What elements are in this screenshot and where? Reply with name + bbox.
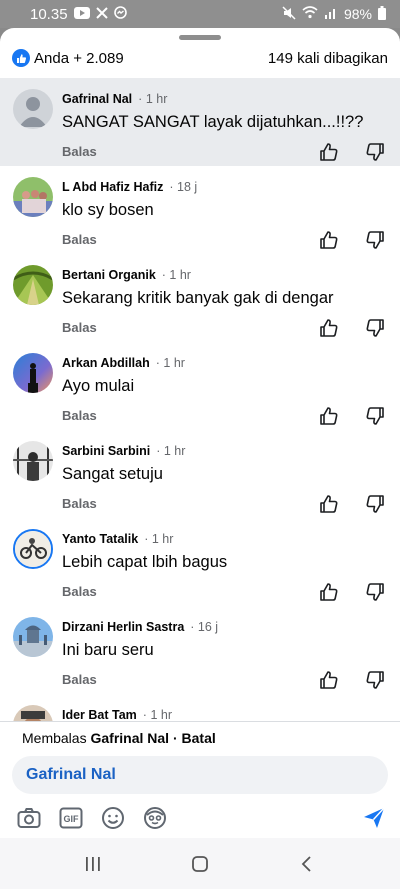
- reply-button[interactable]: Balas: [62, 584, 97, 599]
- avatar[interactable]: [13, 705, 53, 721]
- avatar[interactable]: [13, 617, 53, 657]
- mention-tag: Gafrinal Nal: [26, 766, 116, 783]
- comment-author[interactable]: Sarbini Sarbini: [62, 444, 150, 458]
- x-icon: [95, 6, 108, 22]
- comment-time: · 1 hr: [156, 444, 186, 458]
- comment-text: Ayo mulai: [62, 377, 135, 395]
- comment-time: · 1 hr: [144, 532, 174, 546]
- thumbs-down-icon[interactable]: [365, 406, 385, 426]
- comment-author[interactable]: Dirzani Herlin Sastra: [62, 620, 184, 634]
- comment-item: Sarbini Sarbini · 1 hr Sangat setuju Bal…: [0, 430, 400, 518]
- avatar[interactable]: [13, 529, 53, 569]
- youtube-icon: [73, 6, 90, 22]
- avatar[interactable]: [13, 441, 53, 481]
- thumbs-down-icon[interactable]: [365, 670, 385, 690]
- thumbs-down-icon[interactable]: [365, 230, 385, 250]
- camera-icon[interactable]: [16, 805, 42, 831]
- thumbs-up-icon[interactable]: [319, 494, 339, 514]
- home-icon[interactable]: [180, 849, 220, 879]
- avatar[interactable]: [13, 177, 53, 217]
- comment-item: Bertani Organik · 1 hr Sekarang kritik b…: [0, 254, 400, 342]
- avatar[interactable]: [13, 89, 53, 129]
- back-icon[interactable]: [287, 849, 327, 879]
- thumbs-up-icon[interactable]: [319, 582, 339, 602]
- comment-text: Lebih capat lbih bagus: [62, 553, 228, 571]
- comment-author[interactable]: Yanto Tatalik: [62, 532, 138, 546]
- gif-icon[interactable]: GIF: [58, 805, 84, 831]
- reactions-row: Anda + 2.089 149 kali dibagikan: [0, 40, 400, 76]
- battery-icon: [378, 5, 386, 23]
- comment-author[interactable]: Ider Bat Tam: [62, 708, 137, 721]
- messenger-icon: [113, 6, 127, 22]
- reactions-summary[interactable]: Anda + 2.089: [34, 50, 124, 67]
- thumbs-up-icon[interactable]: [319, 318, 339, 338]
- comment-item: Yanto Tatalik · 1 hr Lebih capat lbih ba…: [0, 518, 400, 606]
- thumbs-up-icon[interactable]: [319, 406, 339, 426]
- comment-time: · 1 hr: [142, 708, 172, 721]
- replying-prefix: Membalas: [22, 730, 87, 746]
- comment-item: Arkan Abdillah · 1 hr Ayo mulai Balas: [0, 342, 400, 430]
- comment-text: Ini baru seru: [62, 641, 154, 659]
- gif-label: GIF: [64, 814, 80, 824]
- cancel-reply-button[interactable]: Batal: [182, 730, 216, 746]
- battery-percent: 98%: [343, 6, 372, 22]
- wifi-icon: [302, 6, 318, 22]
- reply-button[interactable]: Balas: [62, 320, 97, 335]
- reply-button[interactable]: Balas: [62, 408, 97, 423]
- comments-list[interactable]: Gafrinal Nal · 1 hr SANGAT SANGAT layak …: [0, 78, 400, 721]
- thumbs-down-icon[interactable]: [365, 142, 385, 162]
- comment-text: Sangat setuju: [62, 465, 163, 483]
- system-nav-bar: [0, 838, 400, 889]
- signal-icon: [324, 6, 338, 22]
- comment-item: L Abd Hafiz Hafiz · 18 j klo sy bosen Ba…: [0, 166, 400, 254]
- thumbs-down-icon[interactable]: [365, 318, 385, 338]
- comment-author[interactable]: Bertani Organik: [62, 268, 156, 282]
- recents-icon[interactable]: [73, 849, 113, 879]
- comment-time: · 16 j: [190, 620, 219, 634]
- reply-button[interactable]: Balas: [62, 672, 97, 687]
- replying-target: Gafrinal Nal: [90, 730, 170, 746]
- comment-text: klo sy bosen: [62, 201, 154, 219]
- comment-time: · 18 j: [169, 180, 198, 194]
- thumbs-down-icon[interactable]: [365, 494, 385, 514]
- comment-author[interactable]: Gafrinal Nal: [62, 92, 132, 106]
- comment-time: · 1 hr: [138, 92, 168, 106]
- comment-item: Gafrinal Nal · 1 hr SANGAT SANGAT layak …: [0, 78, 400, 166]
- send-icon[interactable]: [362, 806, 386, 830]
- composer-toolbar: GIF: [0, 794, 400, 838]
- comment-item: Dirzani Herlin Sastra · 16 j Ini baru se…: [0, 606, 400, 694]
- thumbs-down-icon[interactable]: [365, 582, 385, 602]
- reply-button[interactable]: Balas: [62, 232, 97, 247]
- like-icon: [12, 49, 30, 67]
- thumbs-up-icon[interactable]: [319, 670, 339, 690]
- comment-time: · 1 hr: [155, 356, 185, 370]
- mute-icon: [282, 5, 296, 23]
- thumbs-up-icon[interactable]: [319, 142, 339, 162]
- status-time: 10.35: [30, 5, 68, 23]
- reply-button[interactable]: Balas: [62, 496, 97, 511]
- comment-author[interactable]: Arkan Abdillah: [62, 356, 150, 370]
- comment-item: Ider Bat Tam · 1 hr: [0, 694, 400, 721]
- status-bar: 10.35 98%: [0, 0, 400, 28]
- emoji-icon[interactable]: [100, 805, 126, 831]
- shares-count[interactable]: 149 kali dibagikan: [268, 50, 388, 67]
- avatar[interactable]: [13, 265, 53, 305]
- replying-to-line: Membalas Gafrinal Nal · Batal: [0, 722, 400, 748]
- avatar[interactable]: [13, 353, 53, 393]
- thumbs-up-icon[interactable]: [319, 230, 339, 250]
- avatar-sticker-icon[interactable]: [142, 805, 168, 831]
- reply-button[interactable]: Balas: [62, 144, 97, 159]
- comment-author[interactable]: L Abd Hafiz Hafiz: [62, 180, 163, 194]
- replying-separator: ·: [172, 730, 178, 746]
- comment-input[interactable]: Gafrinal Nal: [12, 756, 388, 794]
- comment-text: SANGAT SANGAT layak dijatuhkan...!!??: [62, 113, 364, 131]
- comment-time: · 1 hr: [161, 268, 191, 282]
- comment-text: Sekarang kritik banyak gak di dengar: [62, 289, 334, 307]
- reply-composer: Membalas Gafrinal Nal · Batal Gafrinal N…: [0, 721, 400, 838]
- comments-sheet: Anda + 2.089 149 kali dibagikan Gafrinal…: [0, 28, 400, 838]
